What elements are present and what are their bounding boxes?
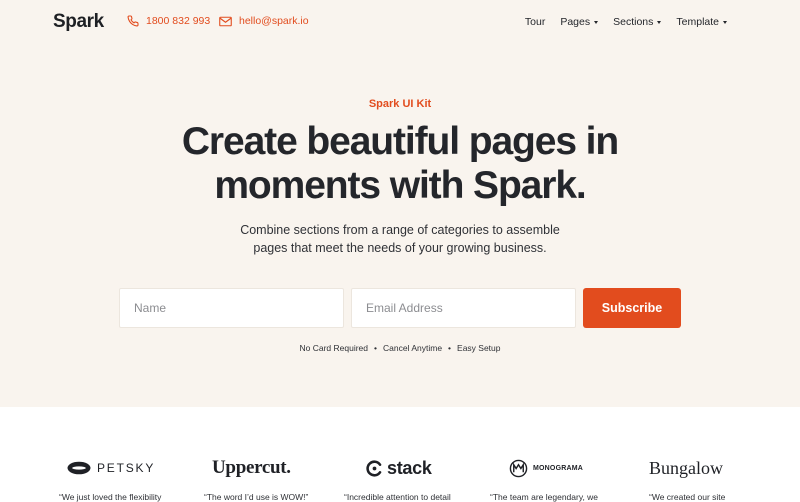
perk-no-card: No Card Required xyxy=(299,343,368,353)
petsky-mark-icon xyxy=(67,461,91,475)
perk-easy-setup: Easy Setup xyxy=(457,343,501,353)
perk-cancel-anytime: Cancel Anytime xyxy=(382,343,443,353)
petsky-wordmark: PETSKY xyxy=(97,461,156,475)
testimonial-quote-uppercut: “The word I’d use is WOW!” xyxy=(204,492,309,502)
nav-item-template[interactable]: Template xyxy=(676,16,727,28)
envelope-icon xyxy=(219,16,232,26)
monograma-wordmark: MONOGRAMA xyxy=(533,464,584,472)
spark-logo[interactable]: Spark xyxy=(53,11,104,33)
nav-label-template: Template xyxy=(676,16,719,28)
bungalow-logo: Bungalow xyxy=(649,455,723,481)
monograma-mark-icon xyxy=(509,459,528,477)
nav-item-tour[interactable]: Tour xyxy=(525,16,545,28)
perk-separator: • xyxy=(448,343,452,353)
name-placeholder: Name xyxy=(134,301,167,315)
perk-separator: • xyxy=(374,343,377,353)
headline-line-2: moments with Spark. xyxy=(214,164,586,207)
bungalow-wordmark: Bungalow xyxy=(649,457,723,478)
phone-contact-link[interactable]: 1800 832 993 xyxy=(127,15,210,27)
caret-down-icon xyxy=(723,20,727,24)
testimonial-quote-bungalow: “We created our site xyxy=(649,492,726,502)
headline-line-1: Create beautiful pages in xyxy=(181,120,619,163)
stack-logo: stack xyxy=(366,455,432,481)
nav-label-pages: Pages xyxy=(560,16,591,28)
hero-section: Spark 1800 832 993 hello@spark.io Tour P… xyxy=(0,0,800,407)
nav-label-sections: Sections xyxy=(613,16,654,28)
hero-eyebrow: Spark UI Kit xyxy=(368,98,432,110)
top-navigation-bar: Spark 1800 832 993 hello@spark.io Tour P… xyxy=(0,0,800,44)
monograma-logo: MONOGRAMA xyxy=(509,455,583,481)
phone-icon xyxy=(127,15,139,27)
client-logos-row: PETSKY Uppercut. stack MONOGRAMA Bungalo… xyxy=(0,455,800,485)
testimonial-quote-monograma: “The team are legendary, we xyxy=(490,492,599,502)
nav-item-sections[interactable]: Sections xyxy=(613,16,662,28)
perks-line: No Card Required • Cancel Anytime • Easy… xyxy=(0,343,800,353)
stack-mark-icon xyxy=(366,459,382,477)
stack-wordmark: stack xyxy=(387,457,432,478)
email-contact-link[interactable]: hello@spark.io xyxy=(219,15,309,27)
email-placeholder: Email Address xyxy=(366,301,443,315)
main-nav: Tour Pages Sections Template xyxy=(525,16,727,28)
name-input[interactable]: Name xyxy=(119,288,344,328)
phone-number: 1800 832 993 xyxy=(146,15,211,27)
testimonial-quote-stack: “Incredible attention to detail xyxy=(344,492,451,502)
nav-item-pages[interactable]: Pages xyxy=(560,16,599,28)
testimonial-quote-petsky: “We just loved the flexibility xyxy=(59,492,162,502)
caret-down-icon xyxy=(594,20,599,24)
subscribe-button[interactable]: Subscribe xyxy=(583,288,681,328)
uppercut-wordmark: Uppercut. xyxy=(212,457,291,478)
email-address: hello@spark.io xyxy=(239,15,309,27)
uppercut-logo: Uppercut. xyxy=(212,455,291,481)
email-input[interactable]: Email Address xyxy=(351,288,576,328)
petsky-logo: PETSKY xyxy=(67,455,155,481)
hero-headline: Create beautiful pages in moments with S… xyxy=(0,120,800,208)
nav-label-tour: Tour xyxy=(524,16,546,28)
hero-subtext: Combine sections from a range of categor… xyxy=(240,223,560,255)
caret-down-icon xyxy=(657,20,662,24)
